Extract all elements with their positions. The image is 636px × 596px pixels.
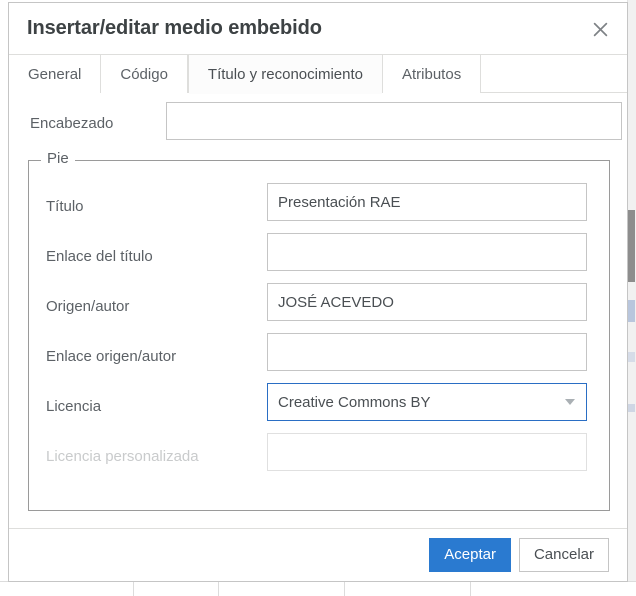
- licencia-control[interactable]: [267, 383, 587, 421]
- tab-bar-filler: [481, 55, 627, 93]
- backdrop-decoration: [628, 300, 635, 322]
- dialog-body: Encabezado Pie Título Enlace del título: [9, 93, 627, 528]
- enlace-del-titulo-input[interactable]: [267, 233, 587, 271]
- origen-autor-input[interactable]: [267, 283, 587, 321]
- origen-autor-control: [267, 283, 587, 321]
- tab-titulo-y-reconocimiento[interactable]: Título y reconocimiento: [187, 55, 383, 94]
- page-scrollbar[interactable]: [627, 0, 636, 596]
- dialog-footer: Aceptar Cancelar: [9, 528, 627, 581]
- licencia-personalizada-input: [267, 433, 587, 471]
- enlace-del-titulo-label: Enlace del título: [46, 248, 153, 265]
- row-enlace-origen-autor: Enlace origen/autor: [46, 333, 592, 383]
- cancel-button[interactable]: Cancelar: [518, 538, 609, 572]
- insert-embed-media-dialog: Insertar/editar medio embebido General C…: [8, 2, 628, 582]
- pie-rows: Título Enlace del título Origen/autor: [46, 183, 592, 483]
- close-icon: [593, 22, 608, 37]
- titulo-control: [267, 183, 587, 221]
- heading-input[interactable]: [166, 102, 622, 140]
- heading-label: Encabezado: [30, 115, 114, 132]
- row-licencia-personalizada: Licencia personalizada: [46, 433, 592, 483]
- tab-codigo[interactable]: Código: [101, 55, 188, 93]
- backdrop-decoration: [628, 404, 635, 412]
- titulo-input[interactable]: [267, 183, 587, 221]
- enlace-origen-autor-input[interactable]: [267, 333, 587, 371]
- licencia-personalizada-control: [267, 433, 587, 471]
- backdrop-bottom-rule: [0, 581, 636, 596]
- pie-legend: Pie: [41, 150, 75, 167]
- tab-atributos[interactable]: Atributos: [383, 55, 482, 93]
- close-button[interactable]: [581, 10, 619, 48]
- row-titulo: Título: [46, 183, 592, 233]
- backdrop-decoration: [628, 352, 635, 362]
- enlace-del-titulo-control: [267, 233, 587, 271]
- tab-label: Título y reconocimiento: [207, 65, 363, 83]
- accept-button[interactable]: Aceptar: [429, 538, 511, 572]
- tab-general[interactable]: General: [9, 55, 102, 93]
- tab-label: General: [28, 65, 82, 83]
- licencia-label: Licencia: [46, 398, 102, 415]
- enlace-origen-autor-label: Enlace origen/autor: [46, 348, 177, 365]
- row-enlace-del-titulo: Enlace del título: [46, 233, 592, 283]
- row-licencia: Licencia: [46, 383, 592, 433]
- tab-label: Atributos: [402, 65, 462, 83]
- dialog-tabs: General Código Título y reconocimiento A…: [9, 54, 627, 94]
- row-origen-autor: Origen/autor: [46, 283, 592, 333]
- heading-row: Encabezado: [30, 102, 622, 148]
- page-scrollbar-thumb[interactable]: [628, 210, 635, 282]
- origen-autor-label: Origen/autor: [46, 298, 130, 315]
- licencia-personalizada-label: Licencia personalizada: [46, 448, 199, 465]
- titulo-label: Título: [46, 198, 84, 215]
- dialog-title: Insertar/editar medio embebido: [27, 17, 322, 39]
- enlace-origen-autor-control: [267, 333, 587, 371]
- licencia-select[interactable]: [267, 383, 587, 421]
- dialog-header: Insertar/editar medio embebido: [9, 3, 627, 54]
- tab-label: Código: [120, 65, 168, 83]
- pie-fieldset: Pie Título Enlace del título: [28, 150, 610, 511]
